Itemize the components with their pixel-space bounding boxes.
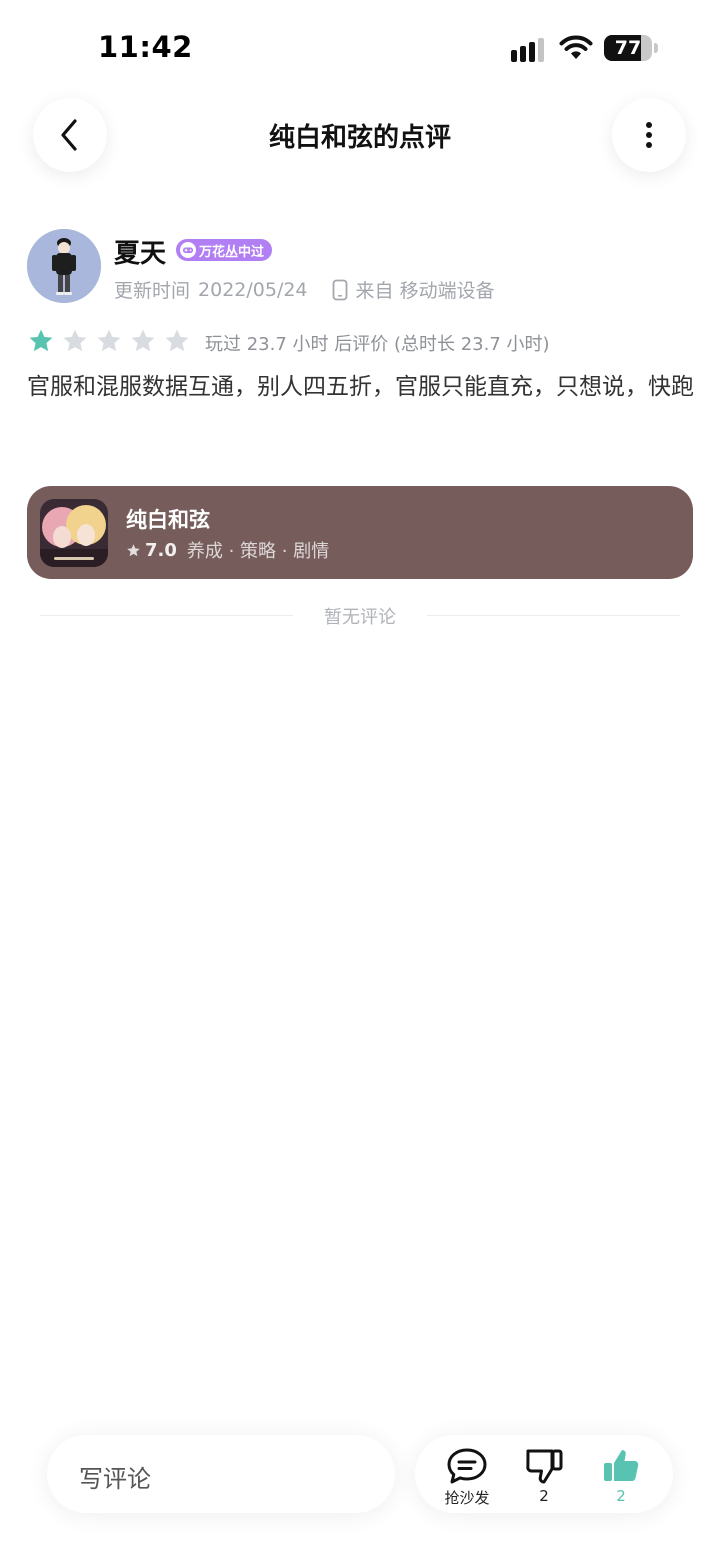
star-empty-icon: [63, 329, 87, 352]
game-icon: [40, 499, 108, 567]
avatar[interactable]: [27, 229, 101, 303]
sofa-label: 抢沙发: [444, 1489, 490, 1507]
thumbs-down-icon: [526, 1449, 563, 1484]
game-name: 纯白和弦: [126, 508, 210, 532]
author-badge: 万花丛中过: [176, 239, 273, 261]
more-vertical-icon: [646, 122, 652, 148]
review-meta: 更新时间 2022/05/24 来自 移动端设备: [114, 276, 495, 303]
update-date: 2022/05/24: [198, 278, 308, 301]
battery-level: 77: [614, 37, 642, 59]
status-bar: 11:42 77: [0, 0, 720, 90]
star-empty-icon: [97, 329, 121, 352]
battery-icon: 77: [604, 35, 658, 61]
phone-icon: [332, 279, 347, 300]
device-text: 来自 移动端设备: [355, 280, 495, 302]
comment-bubble-icon: [447, 1448, 487, 1484]
like-button[interactable]: 2: [586, 1443, 656, 1509]
no-comments-text: 暂无评论: [324, 607, 396, 628]
dislike-count: 2: [539, 1487, 549, 1505]
star-filled-icon: [29, 329, 53, 352]
more-options-button[interactable]: [612, 98, 686, 172]
divider-right: [427, 615, 680, 616]
status-time: 11:42: [98, 30, 193, 64]
thumbs-up-icon: [604, 1450, 639, 1481]
page-title: 纯白和弦的点评: [268, 123, 451, 153]
gamepad-icon: [180, 242, 196, 258]
star-empty-icon: [165, 329, 189, 352]
back-button[interactable]: [33, 98, 107, 172]
wifi-icon: [559, 35, 593, 59]
review-text: 官服和混服数据互通，别人四五折，官服只能直充，只想说，快跑: [27, 374, 694, 400]
star-rating: [28, 328, 190, 354]
game-tags: 养成 · 策略 · 剧情: [186, 541, 330, 562]
comment-placeholder: 写评论: [79, 1465, 151, 1493]
game-info: 7.0 养成 · 策略 · 剧情: [126, 537, 329, 563]
chevron-left-icon: [61, 119, 77, 151]
author-badge-label: 万花丛中过: [199, 244, 265, 260]
action-bar: 抢沙发 2 2: [415, 1435, 673, 1513]
star-empty-icon: [131, 329, 155, 352]
sofa-comment-button[interactable]: 抢沙发: [432, 1443, 502, 1509]
dislike-button[interactable]: 2: [509, 1443, 579, 1509]
divider-left: [40, 615, 293, 616]
update-label: 更新时间: [114, 280, 191, 302]
author-name[interactable]: 夏天: [114, 233, 166, 270]
game-score: 7.0: [145, 539, 177, 561]
play-time-note: 玩过 23.7 小时 后评价 (总时长 23.7 小时): [205, 334, 550, 355]
star-icon: [127, 543, 140, 556]
game-card[interactable]: 纯白和弦 7.0 养成 · 策略 · 剧情: [27, 486, 693, 579]
comment-input[interactable]: 写评论: [47, 1435, 395, 1513]
like-count: 2: [616, 1487, 626, 1505]
signal-icon: [511, 38, 544, 62]
